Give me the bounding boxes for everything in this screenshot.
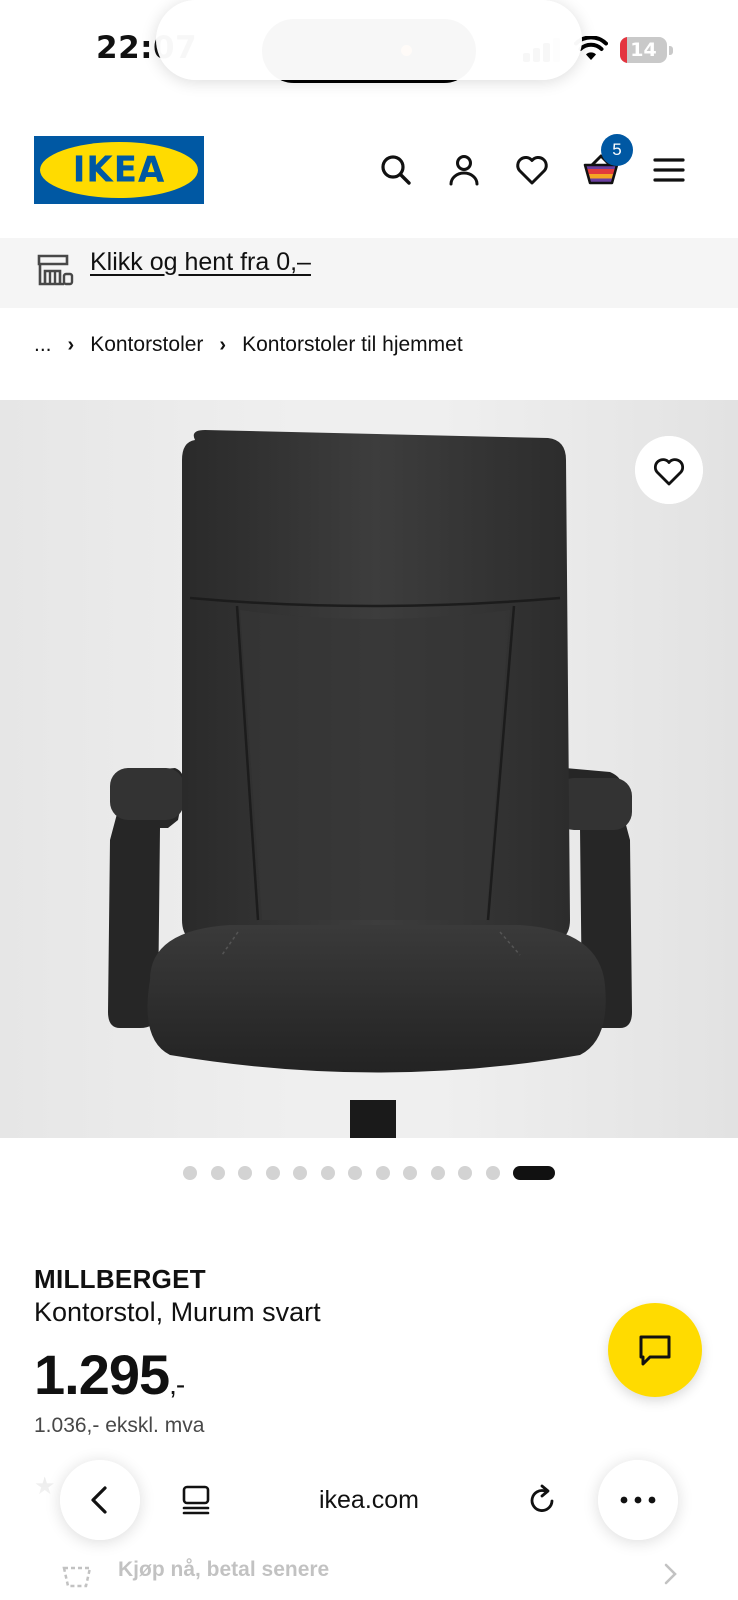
menu-icon[interactable] [651,152,687,188]
product-name: MILLBERGET [34,1264,206,1294]
carousel-dot-active[interactable] [513,1166,555,1180]
buy-now-pay-later-row[interactable]: Kjøp nå, betal senere [60,1556,680,1592]
product-image[interactable] [0,400,738,1138]
image-carousel-dots[interactable] [0,1166,738,1180]
url-text[interactable]: ikea.com [156,1460,582,1540]
ikea-logo[interactable]: IKEA [34,136,204,204]
site-header: IKEA [0,120,738,220]
search-icon[interactable] [378,152,414,188]
product-price: 1.295,- [34,1342,185,1407]
price-suffix: ,- [169,1369,185,1400]
cart-count-badge: 5 [601,134,633,166]
chevron-right-icon: › [219,333,227,356]
account-icon[interactable] [446,152,482,188]
product-favourite-button[interactable] [635,436,703,504]
browser-back-button[interactable] [60,1460,140,1540]
price-excl-vat: 1.036,- ekskl. mva [34,1414,205,1437]
carousel-dot[interactable] [293,1166,307,1180]
logo-text: IKEA [72,149,166,191]
office-chair-illustration [108,430,632,1138]
click-collect-link[interactable]: Klikk og hent fra 0,– [90,248,311,277]
chevron-right-icon: › [67,333,75,356]
carousel-dot[interactable] [320,1166,335,1180]
price-main: 1.295 [34,1343,170,1406]
carousel-dot[interactable] [210,1166,225,1180]
heart-icon[interactable] [514,152,550,188]
chat-icon [639,1335,671,1366]
click-collect-banner: Klikk og hent fra 0,– [0,238,738,308]
bnpl-text: Kjøp nå, betal senere [118,1558,330,1581]
bnpl-icon [62,1566,92,1588]
carousel-dot[interactable] [348,1166,362,1180]
store-icon [37,254,74,286]
breadcrumb-item-office-chairs[interactable]: Kontorstoler [90,333,203,357]
carousel-dot[interactable] [403,1166,417,1180]
reload-icon[interactable] [526,1484,558,1516]
carousel-dot[interactable] [458,1166,472,1180]
battery-indicator: 14 [620,37,673,63]
carousel-dot[interactable] [375,1166,390,1180]
chat-button[interactable] [608,1303,702,1397]
breadcrumb-ellipsis[interactable]: ... [34,333,52,357]
back-icon [91,1486,107,1514]
breadcrumb: ... › Kontorstoler › Kontorstoler til hj… [34,330,463,360]
browser-more-button[interactable] [598,1460,678,1540]
carousel-dot[interactable] [485,1166,500,1180]
carousel-dot[interactable] [430,1166,445,1180]
product-description: Kontorstol, Murum svart [34,1297,321,1327]
address-bar[interactable] [156,0,582,80]
chevron-right-icon [664,1563,677,1585]
battery-level: 14 [630,39,657,61]
more-icon [620,1496,656,1504]
breadcrumb-item-home-office-chairs[interactable]: Kontorstoler til hjemmet [242,333,463,357]
carousel-dot[interactable] [238,1166,252,1180]
carousel-dot[interactable] [183,1166,197,1180]
carousel-dot[interactable] [265,1166,280,1180]
